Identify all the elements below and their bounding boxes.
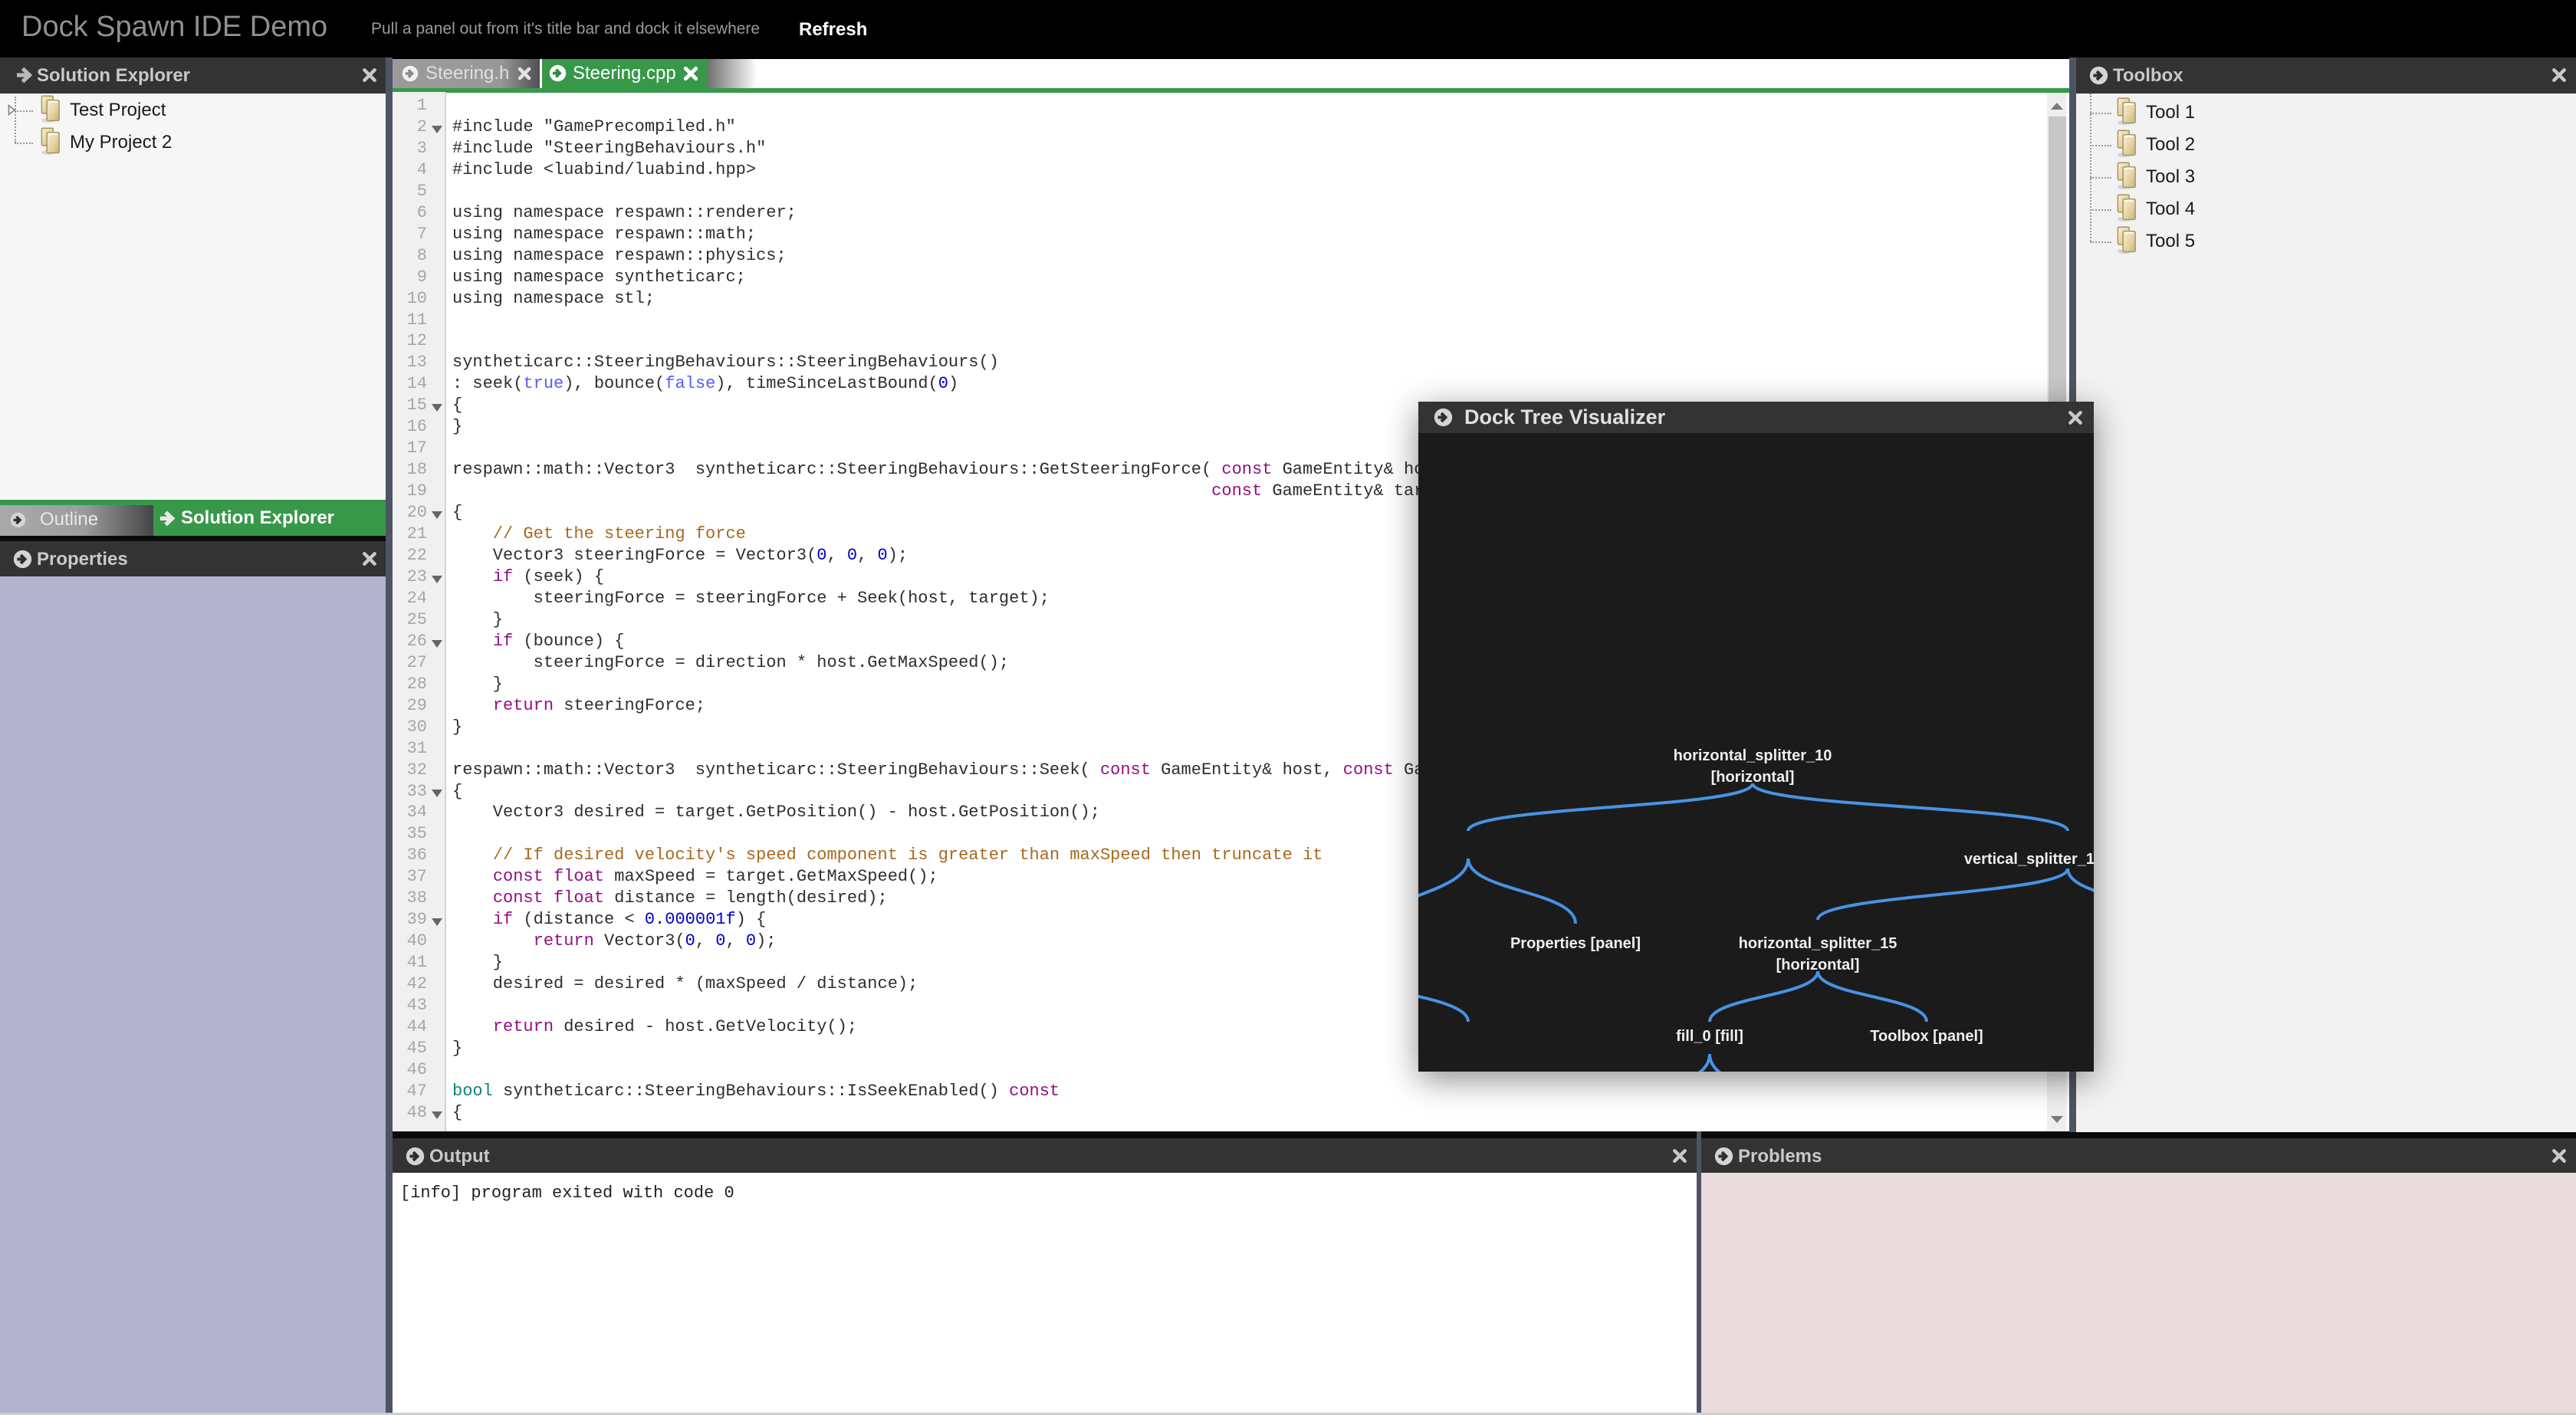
svg-text:vertical_splitter_13 [vertical: vertical_splitter_13 [vertical]	[1964, 851, 2094, 868]
svg-text:Toolbox [panel]: Toolbox [panel]	[1870, 1028, 1983, 1045]
svg-text:Properties [panel]: Properties [panel]	[1510, 935, 1641, 952]
svg-text:horizontal_splitter_15: horizontal_splitter_15	[1739, 935, 1898, 952]
svg-text:horizontal_splitter_10: horizontal_splitter_10	[1674, 747, 1832, 764]
svg-text:[horizontal]: [horizontal]	[1776, 957, 1860, 973]
svg-text:[horizontal]: [horizontal]	[1711, 769, 1795, 786]
svg-text:fill_0 [fill]: fill_0 [fill]	[1676, 1028, 1743, 1045]
